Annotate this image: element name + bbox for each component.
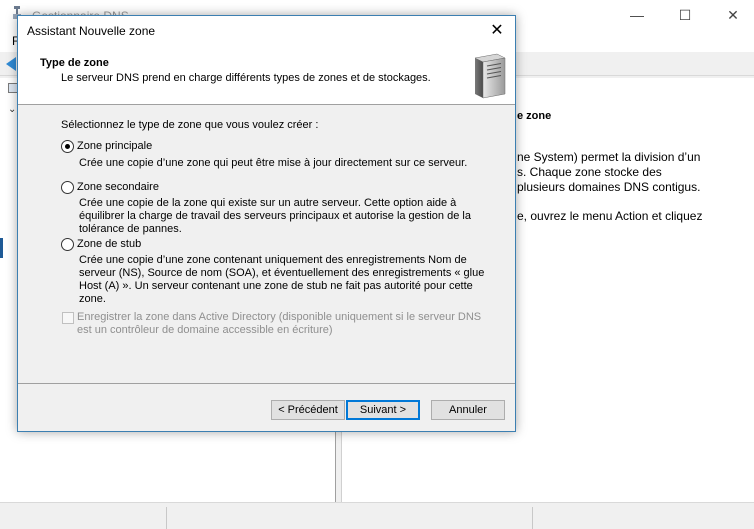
selection-marker [0,238,3,258]
details-text-line: plusieurs domaines DNS contigus. [517,180,701,194]
close-icon[interactable]: ✕ [484,20,510,42]
store-in-ad-label: Enregistrer la zone dans Active Director… [77,311,482,336]
status-separator [532,507,533,529]
zone-primary-description: Crée une copie d’une zone qui peut être … [79,157,468,169]
previous-button[interactable]: < Précédent [271,400,345,420]
zone-stub-description: Crée une copie d’une zone contenant uniq… [79,254,485,305]
zone-type-prompt: Sélectionnez le type de zone que vous vo… [61,119,319,131]
zone-primary-radio[interactable] [61,140,74,153]
chevron-down-icon[interactable]: ⌄ [8,104,16,115]
zone-primary-label[interactable]: Zone principale [77,140,152,152]
wizard-title: Assistant Nouvelle zone [27,24,156,38]
details-title: e zone [517,110,552,122]
zone-secondary-radio[interactable] [61,181,74,194]
zone-secondary-description: Crée une copie de la zone qui existe sur… [79,197,471,235]
store-in-ad-checkbox [62,312,74,324]
details-text-line: e, ouvrez le menu Action et cliquez [517,209,703,223]
new-zone-wizard-dialog: Assistant Nouvelle zone ✕ Type de zone L… [17,15,516,432]
footer-divider [18,383,515,384]
cancel-button[interactable]: Annuler [431,400,505,420]
wizard-body: Sélectionnez le type de zone que vous vo… [18,106,515,386]
zone-stub-label[interactable]: Zone de stub [77,238,141,250]
details-text-line: s. Chaque zone stocke des [517,165,662,179]
status-bar [0,502,754,529]
page-subtitle: Le serveur DNS prend en charge différent… [61,72,431,84]
back-arrow-icon[interactable] [6,57,16,71]
maximize-button[interactable]: ☐ [662,4,708,26]
close-button[interactable]: ✕ [710,4,754,26]
wizard-header: Type de zone Le serveur DNS prend en cha… [18,46,515,105]
server-icon [474,53,506,99]
details-text-line: ne System) permet la division d’un [517,150,701,164]
page-title: Type de zone [40,57,109,69]
minimize-button[interactable]: — [614,4,660,26]
wizard-titlebar: Assistant Nouvelle zone ✕ [18,16,515,46]
next-button[interactable]: Suivant > [346,400,420,420]
zone-stub-radio[interactable] [61,238,74,251]
zone-secondary-label[interactable]: Zone secondaire [77,181,159,193]
status-separator [166,507,167,529]
